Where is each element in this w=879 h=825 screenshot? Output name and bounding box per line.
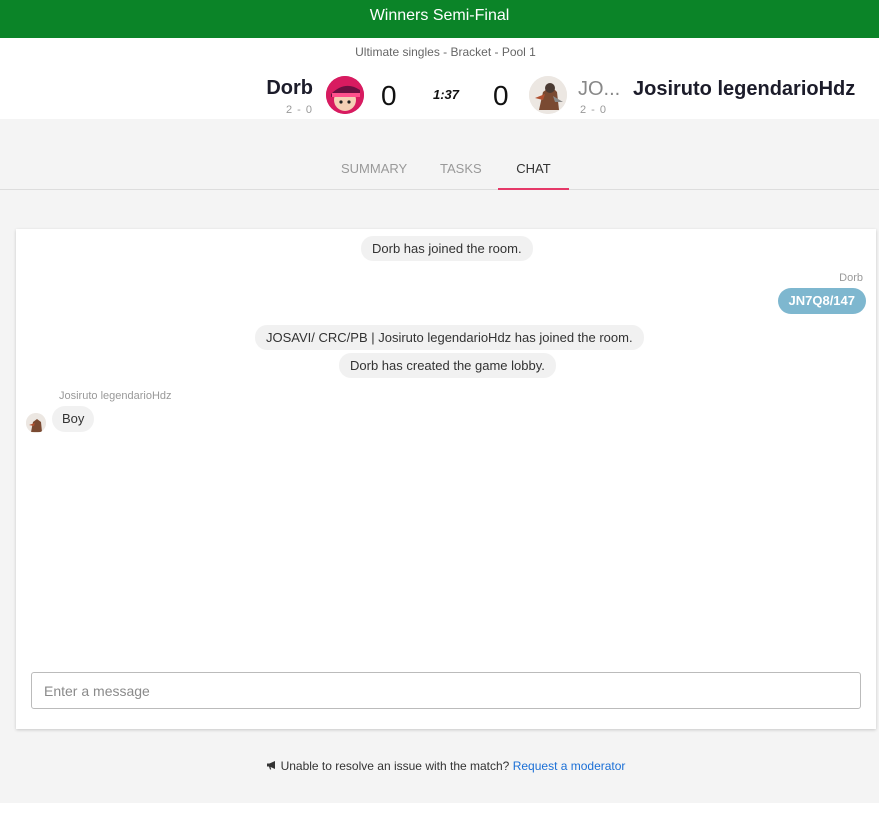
own-message-bubble: JN7Q8/147: [777, 288, 866, 314]
tab-tasks[interactable]: TASKS: [440, 161, 482, 176]
own-message-sender: Dorb: [839, 272, 863, 284]
match-round-title: Winners Semi-Final: [369, 7, 510, 24]
megaphone-icon: [266, 759, 278, 773]
system-message: Dorb has created the game lobby.: [339, 353, 556, 378]
match-title-bar: Winners Semi-Final: [0, 0, 879, 38]
chat-message-input[interactable]: [31, 672, 861, 709]
other-message-bubble: Boy: [52, 406, 95, 432]
request-moderator-link[interactable]: Request a moderator: [513, 759, 626, 773]
match-content: SUMMARY TASKS CHAT Dorb has joined the r…: [0, 119, 879, 803]
player2-tag-truncated: JO...: [578, 78, 621, 100]
player1-name[interactable]: Dorb: [266, 77, 313, 100]
player2-avatar-image: [529, 76, 567, 114]
tab-summary[interactable]: SUMMARY: [341, 161, 407, 176]
chat-panel: Dorb has joined the room. Dorb JN7Q8/147…: [16, 229, 876, 729]
system-message: JOSAVI/ CRC/PB | Josiruto legendarioHdz …: [255, 325, 644, 350]
player2-avatar[interactable]: [529, 76, 567, 114]
player2-record: 2 - 0: [580, 104, 608, 116]
megaphone-icon-svg: [266, 761, 275, 770]
player1-record: 2 - 0: [285, 104, 313, 116]
player2-name[interactable]: Josiruto legendarioHdz: [633, 78, 855, 101]
other-sender-avatar-image: [26, 413, 46, 433]
tab-chat[interactable]: CHAT: [498, 161, 569, 190]
player1-avatar-image: [326, 76, 364, 114]
match-timer: 1:37: [433, 87, 460, 102]
footer-text: Unable to resolve an issue with the matc…: [280, 759, 510, 773]
moderator-footer: Unable to resolve an issue with the matc…: [0, 759, 879, 773]
match-header: Ultimate singles - Bracket - Pool 1 Dorb…: [0, 38, 879, 119]
match-tabs: SUMMARY TASKS CHAT: [0, 119, 879, 190]
other-sender-avatar: [26, 413, 46, 433]
player1-score: 0: [381, 80, 397, 111]
player2-score: 0: [493, 80, 509, 111]
player1-avatar[interactable]: [326, 76, 364, 114]
bracket-label: Ultimate singles - Bracket - Pool 1: [355, 45, 536, 59]
other-message-sender: Josiruto legendarioHdz: [59, 390, 172, 402]
system-message: Dorb has joined the room.: [361, 236, 533, 261]
